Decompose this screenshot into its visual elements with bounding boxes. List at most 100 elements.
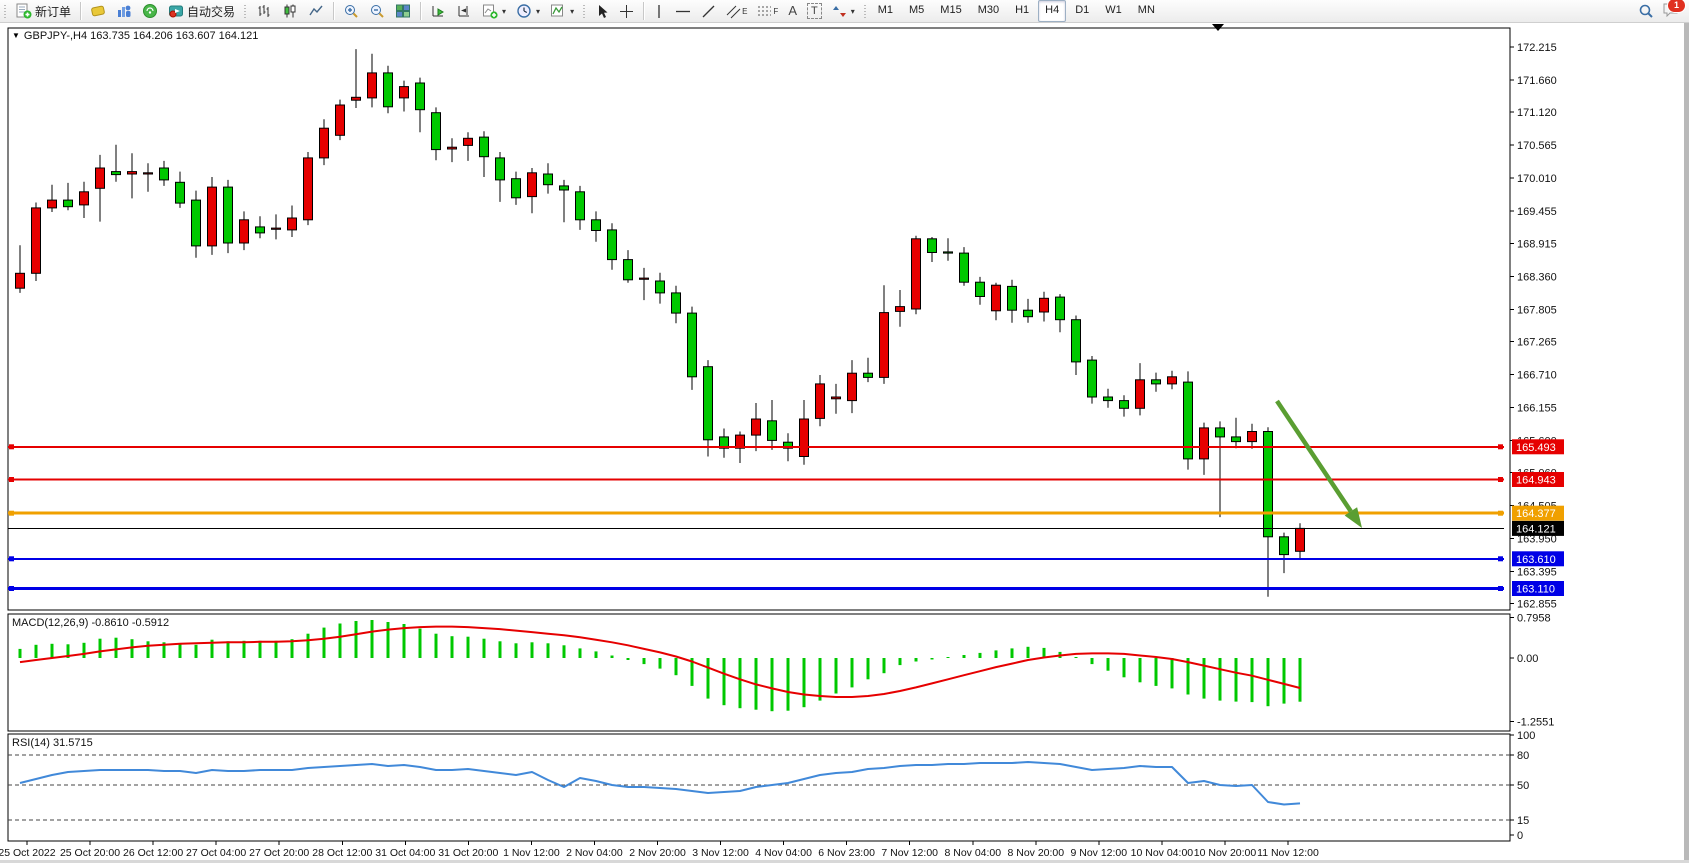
hline-right-handle[interactable] <box>1498 444 1503 449</box>
macd-histogram-bar <box>1251 658 1254 702</box>
toolbar-grip[interactable] <box>582 3 587 19</box>
toolbar-grip[interactable] <box>863 3 868 19</box>
crosshair-icon <box>619 4 634 19</box>
timeframe-button-m15[interactable]: M15 <box>933 0 968 22</box>
vertical-line-tool-button[interactable] <box>648 0 670 22</box>
time-axis-label: 6 Nov 23:00 <box>818 847 875 859</box>
timeframe-button-m5[interactable]: M5 <box>902 0 931 22</box>
crosshair-tool-button[interactable] <box>614 0 639 22</box>
line-chart-icon <box>308 3 324 19</box>
notifications-button[interactable]: 1 <box>1662 2 1679 20</box>
candle-bullish <box>800 419 809 457</box>
macd-histogram-bar <box>1075 657 1078 658</box>
cursor-tool-button[interactable] <box>590 0 614 22</box>
time-axis-label: 31 Oct 04:00 <box>375 847 435 859</box>
macd-histogram-bar <box>115 638 118 658</box>
dropdown-caret: ▾ <box>570 7 574 16</box>
separator <box>420 2 421 20</box>
auto-trading-button[interactable]: 自动交易 <box>163 0 240 22</box>
arrows-tool-dropdown[interactable]: ▾ <box>827 0 860 22</box>
market-watch-icon <box>116 3 132 19</box>
candle-bearish <box>1232 437 1241 442</box>
toolbar-grip[interactable] <box>3 3 8 19</box>
price-pane[interactable] <box>8 28 1510 610</box>
timeframe-button-h1[interactable]: H1 <box>1008 0 1036 22</box>
macd-histogram-bar <box>963 655 966 658</box>
price-axis-label: 162.855 <box>1517 599 1557 611</box>
time-axis-label: 27 Oct 04:00 <box>186 847 246 859</box>
macd-histogram-bar <box>611 656 614 659</box>
hline-left-handle[interactable] <box>9 556 14 561</box>
candle-bearish <box>160 168 169 180</box>
indicators-dropdown[interactable]: ▾ <box>545 0 579 22</box>
candle-bullish <box>16 273 25 288</box>
hline-right-handle[interactable] <box>1498 477 1503 482</box>
candle-bullish <box>208 187 217 246</box>
hline-right-handle[interactable] <box>1498 511 1503 516</box>
hline-price-flag-label: 163.110 <box>1516 584 1555 596</box>
rsi-axis-label: 15 <box>1517 815 1529 827</box>
macd-histogram-bar <box>1283 658 1286 704</box>
macd-histogram-bar <box>387 622 390 658</box>
text-tool-button[interactable]: A <box>783 0 802 22</box>
horizontal-line-tool-button[interactable] <box>670 0 696 22</box>
text-label-tool-button[interactable]: T <box>802 0 827 22</box>
timeframe-button-d1[interactable]: D1 <box>1068 0 1096 22</box>
macd-histogram-bar <box>1027 647 1030 658</box>
candle-bullish <box>880 313 889 378</box>
hline-left-handle[interactable] <box>9 586 14 591</box>
signals-button[interactable] <box>137 0 163 22</box>
tile-windows-button[interactable] <box>390 0 416 22</box>
candle-bearish <box>544 174 553 185</box>
zoom-in-button[interactable] <box>338 0 364 22</box>
candle-bearish <box>176 182 185 203</box>
hline-right-handle[interactable] <box>1498 556 1503 561</box>
new-order-button[interactable]: 新订单 <box>11 0 76 22</box>
hline-right-handle[interactable] <box>1498 586 1503 591</box>
candle-bullish <box>528 173 537 197</box>
price-axis-label: 172.215 <box>1517 42 1557 54</box>
hline-left-handle[interactable] <box>9 477 14 482</box>
hline-price-flag-label: 165.493 <box>1516 442 1556 454</box>
indicators-icon <box>550 3 566 19</box>
hline-price-flag-label: 164.943 <box>1516 475 1556 487</box>
macd-histogram-bar <box>643 658 646 664</box>
timeframe-button-mn[interactable]: MN <box>1131 0 1162 22</box>
timeframe-button-h4[interactable]: H4 <box>1038 0 1066 22</box>
chart-expander-icon[interactable]: ▼ <box>12 31 20 40</box>
candlestick-type-button[interactable] <box>277 0 303 22</box>
market-watch-button[interactable] <box>111 0 137 22</box>
fibonacci-tool-button[interactable]: F <box>752 0 783 22</box>
trendline-tool-button[interactable] <box>696 0 721 22</box>
chart-shift-button[interactable] <box>451 0 477 22</box>
macd-histogram-bar <box>947 657 950 658</box>
timeframe-button-m1[interactable]: M1 <box>871 0 900 22</box>
toolbar-grip[interactable] <box>243 3 248 19</box>
candle-bullish <box>48 200 57 208</box>
timeframe-button-w1[interactable]: W1 <box>1098 0 1129 22</box>
new-chart-dropdown[interactable]: ▾ <box>477 0 511 22</box>
candle-bearish <box>1104 397 1113 401</box>
search-icon[interactable] <box>1638 3 1654 19</box>
price-axis-label: 166.710 <box>1517 369 1557 381</box>
bar-chart-type-button[interactable] <box>251 0 277 22</box>
periods-dropdown[interactable]: ▾ <box>511 0 545 22</box>
candle-bearish <box>1008 286 1017 310</box>
zoom-out-button[interactable] <box>364 0 390 22</box>
equidistant-channel-tool-button[interactable]: E <box>721 0 752 22</box>
price-axis-label: 167.805 <box>1517 304 1557 316</box>
candle-bearish <box>384 73 393 107</box>
candle-bearish <box>560 186 569 190</box>
hline-left-handle[interactable] <box>9 444 14 449</box>
hline-left-handle[interactable] <box>9 511 14 516</box>
chart-canvas[interactable]: 172.215171.660171.120170.565170.010169.4… <box>0 0 1689 863</box>
profiles-button[interactable] <box>85 0 111 22</box>
channel-icon <box>726 4 741 19</box>
timeframe-button-m30[interactable]: M30 <box>971 0 1006 22</box>
time-axis-label: 11 Nov 12:00 <box>1257 847 1319 859</box>
clock-icon <box>516 3 532 19</box>
auto-scroll-button[interactable] <box>425 0 451 22</box>
line-chart-type-button[interactable] <box>303 0 329 22</box>
macd-histogram-bar <box>483 639 486 658</box>
macd-histogram-bar <box>563 645 566 658</box>
